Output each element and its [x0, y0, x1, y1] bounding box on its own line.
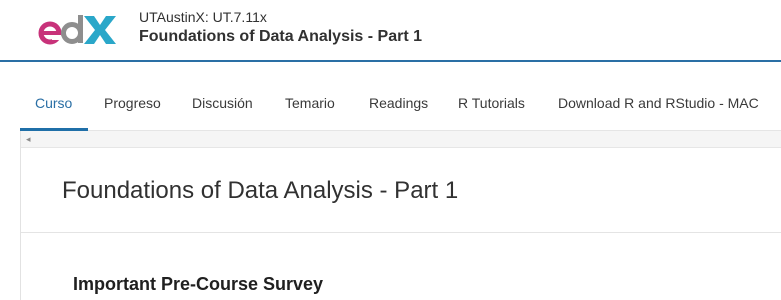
course-tabs: Curso Progreso Discusión Temario Reading…: [20, 62, 781, 131]
tab-readings[interactable]: Readings: [369, 95, 428, 111]
tab-download-r[interactable]: Download R and RStudio - MAC: [558, 95, 759, 111]
tab-temario[interactable]: Temario: [285, 95, 335, 111]
scroll-left-icon[interactable]: ◂: [26, 134, 31, 145]
section-heading: Important Pre-Course Survey: [73, 274, 324, 294]
edx-logo[interactable]: [38, 13, 120, 47]
site-header: UTAustinX: UT.7.11x Foundations of Data …: [0, 0, 781, 62]
tab-curso[interactable]: Curso: [35, 95, 72, 111]
course-title: Foundations of Data Analysis - Part 1: [139, 28, 423, 45]
tab-discusion[interactable]: Discusión: [192, 95, 253, 111]
sequence-nav-strip: ◂: [21, 131, 781, 148]
unit-title: Foundations of Data Analysis - Part 1: [62, 177, 459, 204]
tab-progreso[interactable]: Progreso: [104, 95, 161, 111]
course-org: UTAustinX: UT.7.11x: [139, 9, 267, 25]
divider: [21, 232, 781, 233]
course-content: ◂ Foundations of Data Analysis - Part 1 …: [20, 131, 781, 300]
tab-r-tutorials[interactable]: R Tutorials: [458, 95, 525, 111]
